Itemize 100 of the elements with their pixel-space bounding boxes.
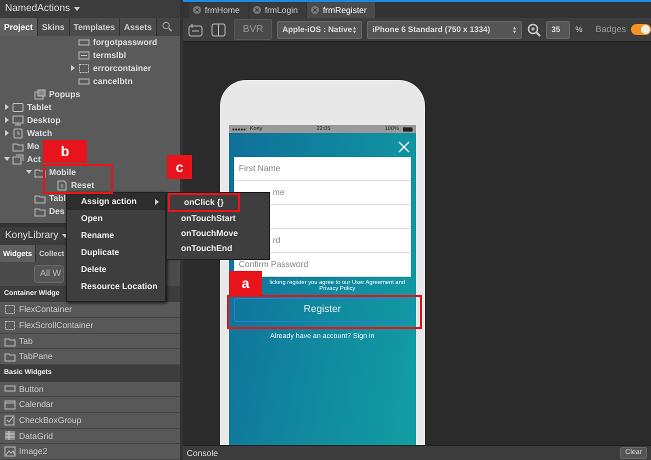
tree-item[interactable]: Tablet bbox=[27, 100, 52, 114]
tree-item[interactable]: Act bbox=[27, 152, 41, 166]
grid-icon bbox=[4, 430, 16, 442]
folder-icon bbox=[12, 140, 24, 152]
widget-item[interactable]: FlexScrollContainer bbox=[19, 319, 94, 332]
calendar-icon bbox=[4, 399, 16, 410]
tree-item[interactable]: termslbl bbox=[93, 48, 126, 62]
placeholder-text[interactable]: Confirm Password bbox=[238, 258, 308, 271]
editor-tab[interactable]: frmLogin bbox=[248, 2, 306, 18]
search-icon bbox=[160, 21, 173, 32]
panel-title[interactable]: KonyLibrary bbox=[5, 228, 58, 244]
menu-item[interactable]: Assign action bbox=[67, 193, 165, 210]
highlight-frame bbox=[43, 164, 113, 194]
annotation-label: c bbox=[167, 155, 192, 179]
widget-item[interactable]: CheckBoxGroup bbox=[19, 414, 82, 427]
file-icon bbox=[56, 180, 68, 191]
tree-item[interactable]: cancelbtn bbox=[93, 74, 133, 88]
close-icon bbox=[252, 6, 261, 14]
register-button[interactable]: Register bbox=[234, 298, 411, 322]
add-form-icon bbox=[188, 22, 203, 36]
widget-item[interactable]: FlexContainer bbox=[19, 303, 72, 316]
container-icon bbox=[4, 304, 16, 316]
filter-button[interactable]: All W bbox=[34, 265, 64, 283]
badges-label: Badges bbox=[595, 22, 626, 36]
annotation-label: a bbox=[229, 271, 262, 295]
widget-item[interactable]: Button bbox=[19, 382, 44, 396]
unit-label: % bbox=[575, 24, 582, 36]
folder-icon bbox=[4, 336, 16, 347]
button-icon bbox=[78, 76, 90, 87]
folder-icon bbox=[4, 351, 16, 362]
button-icon bbox=[78, 36, 90, 48]
menu-item[interactable]: onTouchEnd bbox=[171, 242, 234, 255]
placeholder-text[interactable]: First Name bbox=[238, 162, 280, 175]
tree-item[interactable]: Reset bbox=[71, 178, 94, 192]
zoom-field[interactable]: 35 bbox=[546, 20, 570, 38]
editor-tab[interactable]: frmRegister bbox=[306, 2, 375, 18]
signal-icon bbox=[232, 128, 246, 130]
container-icon bbox=[4, 320, 16, 331]
panel-tab[interactable]: Project bbox=[0, 18, 38, 36]
popup-icon bbox=[34, 88, 46, 100]
folder-icon bbox=[34, 192, 46, 204]
label-icon bbox=[78, 50, 90, 61]
menu-item[interactable]: onTouchMove bbox=[171, 227, 240, 240]
panel-tab[interactable]: Assets bbox=[120, 18, 157, 36]
device-select[interactable]: iPhone 6 Standard (750 x 1334) bbox=[367, 20, 522, 38]
widget-item[interactable]: DataGrid bbox=[19, 430, 54, 442]
tree-item[interactable]: Mobile bbox=[49, 166, 76, 178]
menu-item[interactable]: Duplicate bbox=[67, 244, 165, 261]
monitor-icon bbox=[12, 114, 24, 126]
menu-item[interactable]: onClick {} bbox=[174, 196, 226, 209]
expand-arrow-icon[interactable] bbox=[5, 130, 9, 136]
badges-toggle[interactable] bbox=[631, 24, 651, 35]
tree-item[interactable]: Popups bbox=[49, 88, 80, 100]
widget-item[interactable]: Calendar bbox=[19, 398, 54, 412]
editor-tab[interactable]: frmHome bbox=[188, 2, 248, 18]
menu-item[interactable]: Resource Location bbox=[67, 278, 165, 295]
tree-item[interactable]: Desktop bbox=[27, 114, 61, 126]
panel-tab[interactable]: Skins bbox=[38, 18, 70, 36]
image-icon bbox=[4, 446, 16, 458]
folder-icon bbox=[34, 206, 46, 217]
battery-icon bbox=[402, 126, 413, 132]
tree-item[interactable]: forgotpassword bbox=[93, 36, 158, 48]
tree-item[interactable]: Des bbox=[49, 204, 65, 218]
button-icon bbox=[4, 383, 16, 394]
actions-icon bbox=[12, 154, 24, 165]
widget-item[interactable]: Tab bbox=[19, 334, 33, 348]
widget-item[interactable]: TabPane bbox=[19, 350, 53, 364]
close-icon bbox=[310, 6, 319, 14]
widget-item[interactable]: Image2 bbox=[19, 445, 48, 458]
bvr-button[interactable]: BVR bbox=[234, 19, 272, 40]
zoom-icon bbox=[527, 22, 542, 36]
spinner-arrows-icon bbox=[352, 26, 358, 34]
placeholder-text[interactable]: me bbox=[272, 186, 285, 199]
expand-arrow-icon[interactable] bbox=[5, 104, 9, 110]
expand-arrow-icon[interactable] bbox=[26, 170, 32, 174]
expand-arrow-icon[interactable] bbox=[4, 157, 10, 162]
panel-tab[interactable]: Templates bbox=[70, 18, 120, 36]
spinner-arrows-icon bbox=[512, 26, 518, 34]
tree-item[interactable]: errorcontainer bbox=[93, 62, 152, 74]
expand-arrow-icon[interactable] bbox=[5, 117, 9, 124]
folder-icon bbox=[34, 166, 46, 178]
dropdown-caret-icon[interactable] bbox=[74, 7, 80, 12]
watch-icon bbox=[12, 128, 24, 139]
menu-item[interactable]: Rename bbox=[67, 227, 165, 244]
tree-item[interactable]: Watch bbox=[27, 126, 52, 140]
expand-arrow-icon[interactable] bbox=[71, 65, 75, 72]
menu-item[interactable]: Open bbox=[67, 210, 165, 227]
submenu-arrow-icon bbox=[155, 198, 159, 204]
close-icon[interactable] bbox=[398, 141, 410, 153]
checkbox-icon bbox=[4, 414, 16, 426]
tree-item[interactable]: Tabl bbox=[49, 192, 66, 204]
container-icon bbox=[78, 62, 90, 74]
split-view-icon bbox=[210, 22, 226, 36]
platform-select[interactable]: Apple-iOS : Native bbox=[277, 20, 362, 38]
tablet-icon bbox=[12, 102, 24, 113]
menu-item[interactable]: onTouchStart bbox=[171, 212, 238, 225]
tree-item[interactable]: Mo bbox=[27, 140, 40, 152]
placeholder-text[interactable]: rd bbox=[272, 234, 280, 247]
annotation-label: b bbox=[43, 140, 87, 163]
menu-item[interactable]: Delete bbox=[67, 261, 165, 278]
